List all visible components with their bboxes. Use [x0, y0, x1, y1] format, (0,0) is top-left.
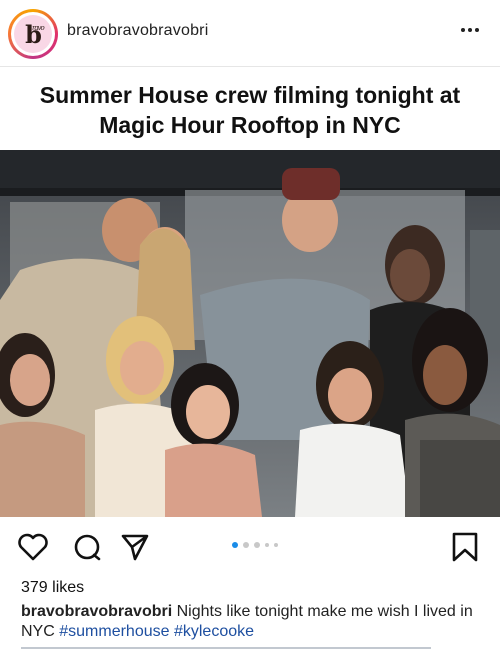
- hashtag-kylecooke[interactable]: #kylecooke: [170, 623, 254, 640]
- group-photo-illustration: [0, 150, 500, 517]
- avatar[interactable]: b ravo: [11, 12, 55, 56]
- comment-icon[interactable]: [70, 530, 104, 564]
- post-caption: bravobravobravobri Nights like tonight m…: [21, 602, 483, 642]
- header-divider: [0, 66, 500, 67]
- avatar-story-ring[interactable]: b ravo: [8, 9, 58, 59]
- headline-line-2: Magic Hour Rooftop in NYC: [99, 112, 401, 138]
- carousel-dot: [243, 542, 249, 548]
- bookmark-icon[interactable]: [448, 530, 482, 564]
- caption-username[interactable]: bravobravobravobri: [21, 603, 172, 620]
- more-horizontal-icon[interactable]: [458, 18, 482, 48]
- avatar-logo: b ravo: [14, 15, 52, 53]
- post-photo[interactable]: [0, 150, 500, 517]
- headline-line-1: Summer House crew filming tonight at: [39, 82, 461, 108]
- hashtag-summerhouse[interactable]: #summerhouse: [59, 623, 169, 640]
- avatar-logo-small: ravo: [32, 24, 45, 32]
- carousel-indicator: [232, 542, 278, 548]
- carousel-dot: [265, 543, 269, 547]
- send-icon[interactable]: [118, 530, 152, 564]
- post-header: b ravo bravobravobravobri: [0, 0, 500, 66]
- post-actions: [0, 530, 500, 566]
- caption-overflow-fade: [21, 644, 441, 649]
- carousel-dot-active: [232, 542, 238, 548]
- post-username[interactable]: bravobravobravobri: [67, 22, 208, 40]
- heart-icon[interactable]: [16, 530, 50, 564]
- post-headline: Summer House crew filming tonight at Mag…: [0, 80, 500, 140]
- carousel-dot: [254, 542, 260, 548]
- carousel-dot: [274, 543, 278, 547]
- like-count[interactable]: 379 likes: [21, 579, 84, 597]
